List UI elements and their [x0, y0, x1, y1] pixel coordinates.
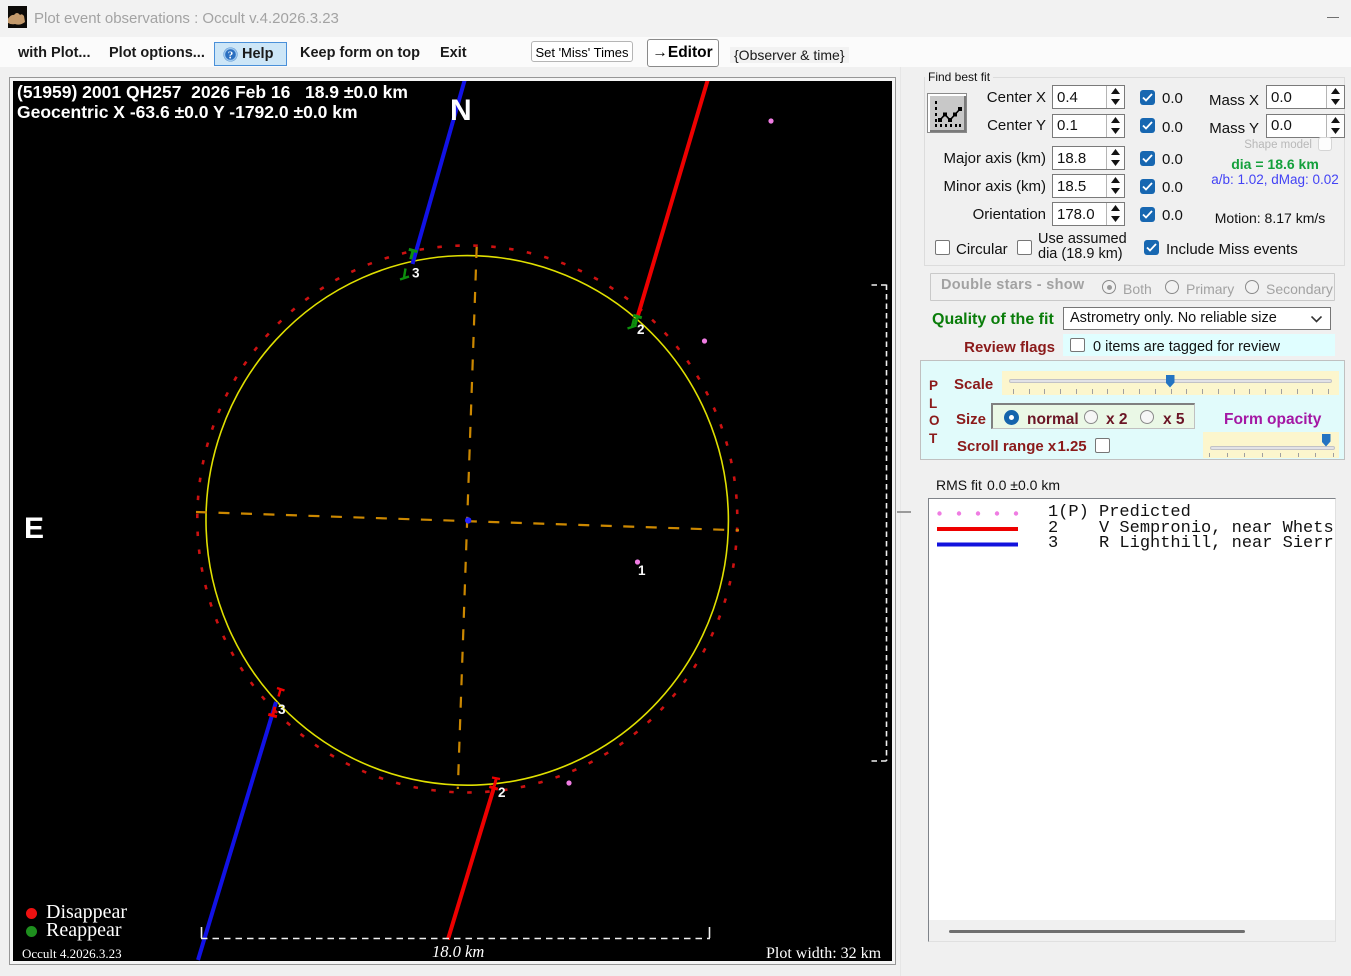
svg-text:2: 2	[498, 785, 506, 800]
svg-text:10 mas: 10 mas	[889, 503, 893, 553]
svg-text:?: ?	[228, 49, 234, 61]
svg-text:1: 1	[638, 563, 646, 578]
svg-text:3: 3	[412, 266, 420, 281]
svg-text:3: 3	[278, 702, 286, 717]
svg-text:2: 2	[637, 322, 645, 337]
